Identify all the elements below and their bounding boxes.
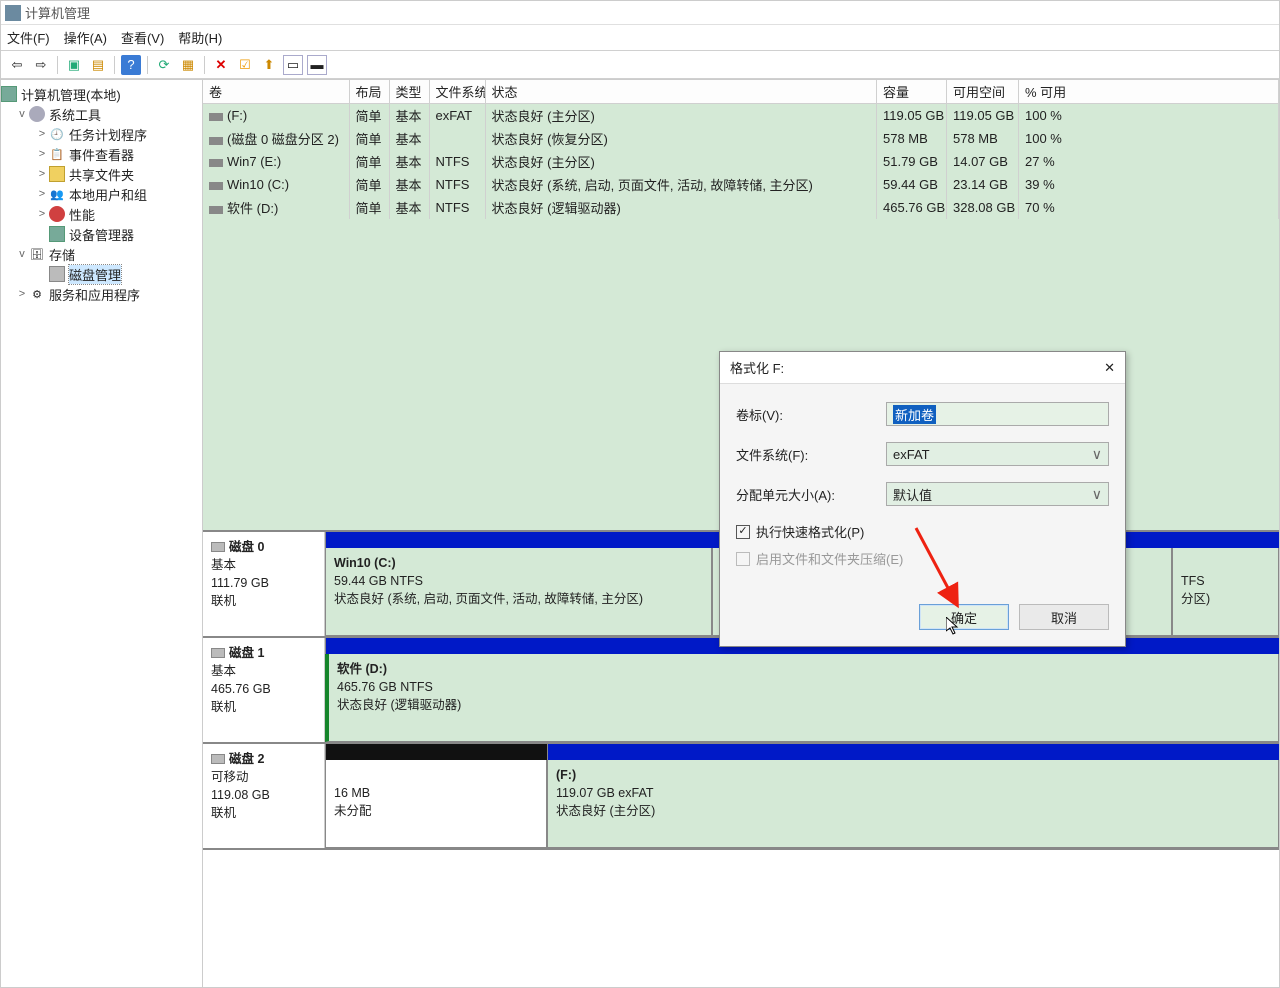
back-icon[interactable]: ⇦ xyxy=(7,55,27,75)
tree-task-scheduler[interactable]: >🕘任务计划程序 xyxy=(1,124,202,144)
separator xyxy=(204,56,205,74)
close-icon[interactable]: ✕ xyxy=(1104,360,1115,376)
select-allocation-unit[interactable]: 默认值∨ xyxy=(886,482,1109,506)
titlebar: 计算机管理 xyxy=(1,1,1279,25)
refresh-icon[interactable]: ⟳ xyxy=(154,55,174,75)
app-icon xyxy=(5,5,21,21)
tree-storage[interactable]: v🗄存储 xyxy=(1,244,202,264)
table-row[interactable]: Win7 (E:)简单基本NTFS状态良好 (主分区)51.79 GB14.07… xyxy=(203,150,1279,173)
folder-icon xyxy=(49,166,65,182)
col-volume[interactable]: 卷 xyxy=(203,80,349,104)
volume-icon xyxy=(209,206,223,214)
props-icon[interactable]: ▤ xyxy=(88,55,108,75)
view2-icon[interactable]: ▬ xyxy=(307,55,327,75)
table-row[interactable]: 软件 (D:)简单基本NTFS状态良好 (逻辑驱动器)465.76 GB328.… xyxy=(203,196,1279,219)
label-allocation-unit: 分配单元大小(A): xyxy=(736,485,886,504)
checkbox-icon: ✓ xyxy=(736,525,750,539)
disk-icon xyxy=(211,648,225,658)
partition-d[interactable]: 软件 (D:) 465.76 GB NTFS 状态良好 (逻辑驱动器) xyxy=(325,654,1279,742)
tree-root[interactable]: 计算机管理(本地) xyxy=(1,84,202,104)
ok-button[interactable]: 确定 xyxy=(919,604,1009,630)
col-free[interactable]: 可用空间 xyxy=(947,80,1019,104)
tree-performance[interactable]: >性能 xyxy=(1,204,202,224)
disk-icon xyxy=(211,542,225,552)
tree-local-users[interactable]: >👥本地用户和组 xyxy=(1,184,202,204)
delete-icon[interactable]: ✕ xyxy=(211,55,231,75)
menu-view[interactable]: 查看(V) xyxy=(121,28,164,47)
tree-services[interactable]: >⚙服务和应用程序 xyxy=(1,284,202,304)
col-capacity[interactable]: 容量 xyxy=(877,80,947,104)
services-icon: ⚙ xyxy=(29,286,45,302)
label-filesystem: 文件系统(F): xyxy=(736,445,886,464)
partition-c[interactable]: Win10 (C:) 59.44 GB NTFS 状态良好 (系统, 启动, 页… xyxy=(325,548,712,636)
checkbox-compression: 启用文件和文件夹压缩(E) xyxy=(736,549,1109,568)
disk-2-info[interactable]: 磁盘 2 可移动 119.08 GB 联机 xyxy=(203,744,325,848)
tree-event-viewer[interactable]: >📋事件查看器 xyxy=(1,144,202,164)
menu-file[interactable]: 文件(F) xyxy=(7,28,50,47)
up-icon[interactable]: ▣ xyxy=(64,55,84,75)
help-icon[interactable]: ? xyxy=(121,55,141,75)
partition-right-peek[interactable]: TFS 分区) xyxy=(1172,548,1279,636)
tree-sys-tools[interactable]: v系统工具 xyxy=(1,104,202,124)
menu-action[interactable]: 操作(A) xyxy=(64,28,107,47)
col-percent[interactable]: % 可用 xyxy=(1019,80,1279,104)
col-type[interactable]: 类型 xyxy=(389,80,429,104)
menubar: 文件(F) 操作(A) 查看(V) 帮助(H) xyxy=(1,25,1279,51)
toolbar: ⇦ ⇨ ▣ ▤ ? ⟳ ▦ ✕ ☑ ⬆ ▭ ▬ xyxy=(1,51,1279,79)
perf-icon xyxy=(49,206,65,222)
device-icon xyxy=(49,226,65,242)
tree-disk-management[interactable]: 磁盘管理 xyxy=(1,264,202,284)
col-filesystem[interactable]: 文件系统 xyxy=(429,80,485,104)
menu-help[interactable]: 帮助(H) xyxy=(178,28,222,47)
view1-icon[interactable]: ▭ xyxy=(283,55,303,75)
volume-icon xyxy=(209,137,223,145)
event-icon: 📋 xyxy=(49,146,65,162)
disk-0-info[interactable]: 磁盘 0 基本 111.79 GB 联机 xyxy=(203,532,325,636)
separator xyxy=(114,56,115,74)
disk-icon xyxy=(49,266,65,282)
chevron-down-icon: ∨ xyxy=(1092,446,1102,463)
volume-icon xyxy=(209,113,223,121)
tree-shared-folders[interactable]: >共享文件夹 xyxy=(1,164,202,184)
up2-icon[interactable]: ⬆ xyxy=(259,55,279,75)
chevron-down-icon: ∨ xyxy=(1092,486,1102,503)
select-filesystem[interactable]: exFAT∨ xyxy=(886,442,1109,466)
disk-1-pane: 磁盘 1 基本 465.76 GB 联机 软件 (D:) 465.76 GB N… xyxy=(203,638,1279,744)
check-icon[interactable]: ☑ xyxy=(235,55,255,75)
forward-icon[interactable]: ⇨ xyxy=(31,55,51,75)
cancel-button[interactable]: 取消 xyxy=(1019,604,1109,630)
table-row[interactable]: (磁盘 0 磁盘分区 2)简单基本状态良好 (恢复分区)578 MB578 MB… xyxy=(203,127,1279,150)
format-dialog: 格式化 F: ✕ 卷标(V): 新加卷 文件系统(F): exFAT∨ 分配单元… xyxy=(719,351,1126,647)
checkbox-quick-format[interactable]: ✓ 执行快速格式化(P) xyxy=(736,522,1109,541)
table-row[interactable]: Win10 (C:)简单基本NTFS状态良好 (系统, 启动, 页面文件, 活动… xyxy=(203,173,1279,196)
rescan-icon[interactable]: ▦ xyxy=(178,55,198,75)
table-row[interactable]: (F:)简单基本exFAT状态良好 (主分区)119.05 GB119.05 G… xyxy=(203,104,1279,128)
clock-icon: 🕘 xyxy=(49,126,65,142)
input-volume-name[interactable]: 新加卷 xyxy=(886,402,1109,426)
dialog-title: 格式化 F: xyxy=(730,358,784,377)
partition-f[interactable]: (F:) 119.07 GB exFAT 状态良好 (主分区) xyxy=(547,760,1279,848)
tools-icon xyxy=(29,106,45,122)
disk-icon xyxy=(211,754,225,764)
disk-2-pane: 磁盘 2 可移动 119.08 GB 联机 16 xyxy=(203,744,1279,850)
disk-1-info[interactable]: 磁盘 1 基本 465.76 GB 联机 xyxy=(203,638,325,742)
volume-icon xyxy=(209,182,223,190)
col-layout[interactable]: 布局 xyxy=(349,80,389,104)
sidebar: 计算机管理(本地) v系统工具 >🕘任务计划程序 >📋事件查看器 >共享文件夹 … xyxy=(1,80,203,988)
checkbox-icon xyxy=(736,552,750,566)
volume-icon xyxy=(209,159,223,167)
label-volume-name: 卷标(V): xyxy=(736,405,886,424)
disk-2-header-bar xyxy=(547,744,1279,760)
partition-unallocated[interactable]: 16 MB 未分配 xyxy=(325,760,547,848)
storage-icon: 🗄 xyxy=(29,246,45,262)
separator xyxy=(147,56,148,74)
disk-2-unalloc-bar xyxy=(325,744,547,760)
tree-device-manager[interactable]: 设备管理器 xyxy=(1,224,202,244)
computer-icon xyxy=(1,86,17,102)
app-title: 计算机管理 xyxy=(25,3,90,22)
users-icon: 👥 xyxy=(49,186,65,202)
col-status[interactable]: 状态 xyxy=(485,80,877,104)
separator xyxy=(57,56,58,74)
